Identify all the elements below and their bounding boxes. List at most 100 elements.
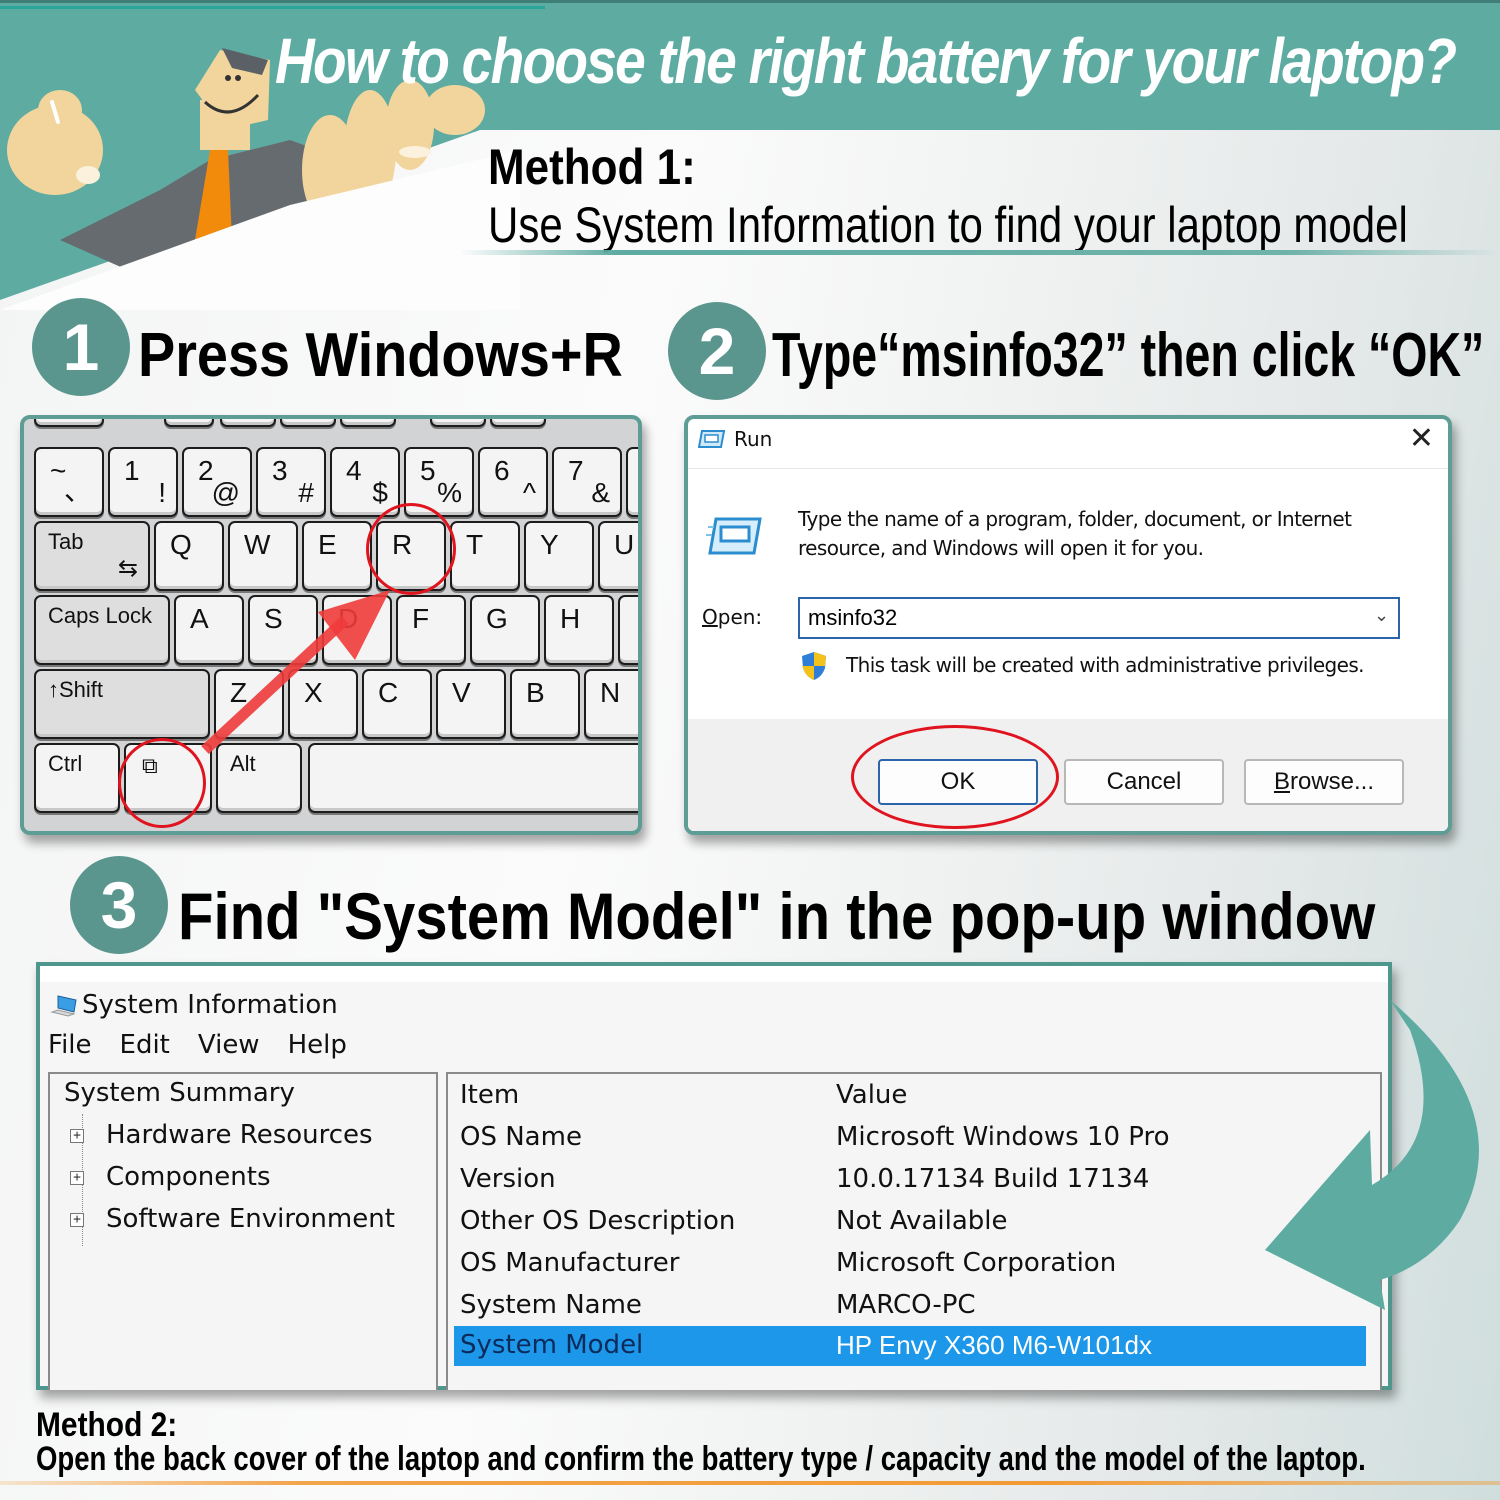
cancel-button[interactable]: Cancel: [1064, 759, 1224, 805]
key-7[interactable]: 7 &: [552, 447, 622, 517]
key-partial: [626, 447, 638, 517]
method1-title: Method 1:: [488, 139, 696, 195]
tab-arrows-icon: ⇆: [117, 555, 138, 582]
expand-plus-icon[interactable]: +: [70, 1171, 84, 1185]
step-3-badge: 3: [70, 856, 168, 954]
browse-button[interactable]: Browse...: [1244, 759, 1404, 805]
method1-subtitle: Use System Information to find your lapt…: [488, 197, 1408, 253]
key-a[interactable]: A: [174, 595, 244, 665]
key-partial: [164, 419, 214, 427]
key-partial: [340, 419, 396, 427]
table-row[interactable]: OS Manufacturer Microsoft Corporation: [454, 1244, 1366, 1284]
key-3[interactable]: 3 #: [256, 447, 326, 517]
uac-shield-icon: [802, 652, 826, 680]
menu-help[interactable]: Help: [288, 1030, 347, 1060]
key-d[interactable]: D: [322, 595, 392, 665]
table-row[interactable]: OS Name Microsoft Windows 10 Pro: [454, 1118, 1366, 1158]
column-header-item[interactable]: Item: [460, 1080, 519, 1110]
run-titlebar: Run ✕: [688, 419, 1448, 469]
key-e[interactable]: E: [302, 521, 372, 591]
key-t[interactable]: T: [450, 521, 520, 591]
footer-orange-rule: [0, 1481, 1500, 1485]
key-z[interactable]: Z: [214, 669, 284, 739]
close-icon[interactable]: ✕: [1409, 421, 1434, 456]
key-tab[interactable]: Tab ⇆: [34, 521, 150, 591]
table-row[interactable]: System Name MARCO-PC: [454, 1286, 1366, 1326]
open-label: Open:: [702, 605, 763, 629]
expand-plus-icon[interactable]: +: [70, 1213, 84, 1227]
key-ctrl[interactable]: Ctrl: [34, 743, 120, 813]
system-summary-table: Item Value OS Name Microsoft Windows 10 …: [446, 1072, 1382, 1390]
key-partial: [220, 419, 276, 427]
key-partial: [490, 419, 546, 427]
key-4[interactable]: 4 $: [330, 447, 400, 517]
run-description: Type the name of a program, folder, docu…: [798, 507, 1352, 560]
category-tree: System Summary + Hardware Resources + Co…: [48, 1072, 438, 1390]
key-5[interactable]: 5%: [404, 447, 474, 517]
banner-accent-rule: [0, 6, 545, 9]
column-header-value[interactable]: Value: [836, 1080, 907, 1110]
key-c[interactable]: C: [362, 669, 432, 739]
run-title: Run: [734, 427, 773, 451]
key-s[interactable]: S: [248, 595, 318, 665]
key-partial: [34, 419, 104, 427]
menu-view[interactable]: View: [198, 1030, 260, 1060]
key-tilde[interactable]: ~、: [34, 447, 104, 517]
key-caps-lock[interactable]: Caps Lock: [34, 595, 170, 665]
key-partial: [280, 419, 336, 427]
main-title: How to choose the right battery for your…: [275, 25, 1457, 97]
key-spacebar[interactable]: [308, 743, 638, 813]
menu-edit[interactable]: Edit: [120, 1030, 170, 1060]
key-h[interactable]: H: [544, 595, 614, 665]
key-2[interactable]: 2 @: [182, 447, 252, 517]
key-partial: [430, 419, 486, 427]
key-w[interactable]: W: [228, 521, 298, 591]
run-app-icon: [698, 430, 726, 448]
tree-item-components[interactable]: Components: [106, 1162, 271, 1192]
tree-item-system-summary[interactable]: System Summary: [64, 1078, 295, 1108]
key-6[interactable]: 6 ^: [478, 447, 548, 517]
run-dialog: Run ✕ Type the name of a program, folder…: [684, 415, 1452, 835]
menu-file[interactable]: File: [48, 1030, 92, 1060]
step-3-label: Find "System Model" in the pop-up window: [178, 879, 1376, 953]
key-b[interactable]: B: [510, 669, 580, 739]
tree-item-hardware-resources[interactable]: Hardware Resources: [106, 1120, 373, 1150]
key-windows[interactable]: ⧉: [124, 743, 212, 813]
system-info-title: System Information: [82, 990, 338, 1020]
method1-underline: [460, 250, 1500, 255]
system-information-window: System Information File Edit View Help S…: [36, 962, 1392, 1390]
admin-privileges-note: This task will be created with administr…: [846, 653, 1365, 677]
method2-text: Open the back cover of the laptop and co…: [36, 1440, 1366, 1478]
chevron-down-icon[interactable]: ⌄: [1374, 605, 1389, 626]
key-v[interactable]: V: [436, 669, 506, 739]
key-partial: [618, 595, 638, 665]
run-program-icon: [706, 517, 762, 555]
menu-bar: File Edit View Help: [48, 1030, 347, 1060]
system-info-computer-icon: [50, 995, 77, 1017]
key-y[interactable]: Y: [524, 521, 594, 591]
table-row-system-model-selected[interactable]: System Model HP Envy X360 M6-W101dx: [454, 1326, 1366, 1366]
banner-top-rule: [0, 0, 1500, 3]
tree-item-software-environment[interactable]: Software Environment: [106, 1204, 395, 1234]
key-q[interactable]: Q: [154, 521, 224, 591]
key-r[interactable]: R: [376, 521, 446, 591]
table-row[interactable]: Other OS Description Not Available: [454, 1202, 1366, 1242]
step-1-label: Press Windows+R: [138, 321, 623, 390]
step-1-badge: 1: [32, 298, 130, 396]
step-2-label: Type“msinfo32” then click “OK”: [772, 321, 1485, 390]
key-alt[interactable]: Alt: [216, 743, 302, 813]
key-shift[interactable]: ↑Shift: [34, 669, 210, 739]
key-1[interactable]: 1!: [108, 447, 178, 517]
key-x[interactable]: X: [288, 669, 358, 739]
step-2-badge: 2: [668, 302, 766, 400]
key-u[interactable]: U: [598, 521, 638, 591]
table-header: Item Value: [454, 1076, 1366, 1116]
ok-button[interactable]: OK: [878, 759, 1038, 805]
key-g[interactable]: G: [470, 595, 540, 665]
table-row[interactable]: Version 10.0.17134 Build 17134: [454, 1160, 1366, 1200]
open-input[interactable]: [798, 597, 1400, 639]
key-f[interactable]: F: [396, 595, 466, 665]
key-n[interactable]: N: [584, 669, 638, 739]
keyboard-illustration: ~、 1! 2 @ 3 # 4 $ 5% 6 ^ 7 & Tab ⇆ Q W E R T Y…: [20, 415, 642, 835]
expand-plus-icon[interactable]: +: [70, 1129, 84, 1143]
